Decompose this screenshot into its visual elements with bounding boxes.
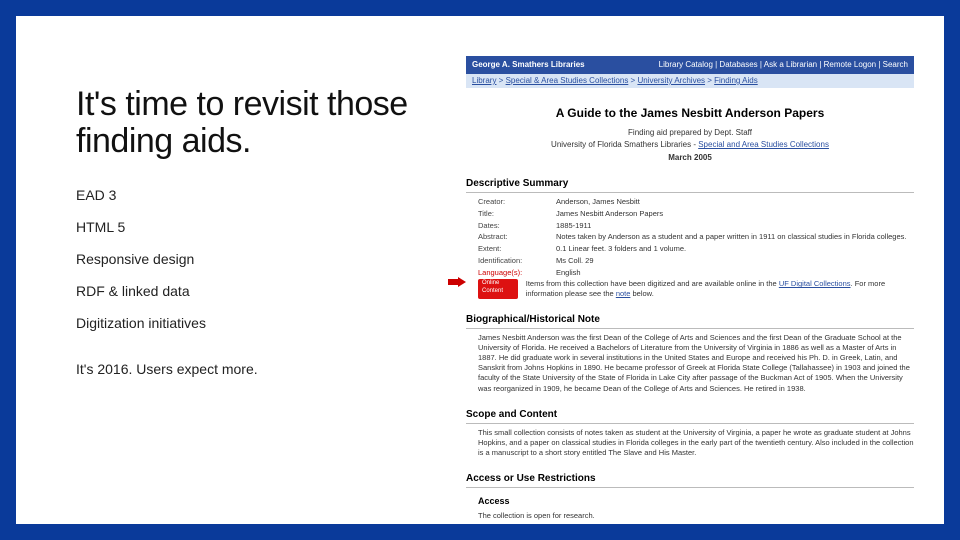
site-brand: George A. Smathers Libraries xyxy=(472,60,585,70)
guide-prepared: Finding aid prepared by Dept. Staff xyxy=(466,128,914,138)
bio-header: Biographical/Historical Note xyxy=(466,313,914,329)
access-text: The collection is open for research. xyxy=(466,511,914,521)
crumb-special[interactable]: Special & Area Studies Collections xyxy=(506,76,629,85)
scope-text: This small collection consists of notes … xyxy=(466,428,914,458)
crumb-archives[interactable]: University Archives xyxy=(637,76,705,85)
ds-title: Title:James Nesbitt Anderson Papers xyxy=(466,209,914,219)
left-column: It's time to revisit those finding aids.… xyxy=(76,56,446,494)
note-link[interactable]: note xyxy=(616,289,631,298)
top-links: Library Catalog | Databases | Ask a Libr… xyxy=(659,60,908,70)
ds-extent: Extent:0.1 Linear feet. 3 folders and 1 … xyxy=(466,244,914,254)
arrow-icon xyxy=(448,277,466,287)
ds-lang: Language(s):English xyxy=(466,268,914,278)
headline: It's time to revisit those finding aids. xyxy=(76,86,446,161)
finding-aid-screenshot: George A. Smathers Libraries Library Cat… xyxy=(466,56,924,494)
scope-header: Scope and Content xyxy=(466,408,914,424)
bio-text: James Nesbitt Anderson was the first Dea… xyxy=(466,333,914,394)
bullet-responsive: Responsive design xyxy=(76,251,446,267)
breadcrumb: Library > Special & Area Studies Collect… xyxy=(466,74,914,88)
guide-title: A Guide to the James Nesbitt Anderson Pa… xyxy=(466,106,914,122)
guide-org: University of Florida Smathers Libraries… xyxy=(466,140,914,150)
ds-ident: Identification:Ms Coll. 29 xyxy=(466,256,914,266)
bullet-ead3: EAD 3 xyxy=(76,187,446,203)
ds-creator: Creator:Anderson, James Nesbitt xyxy=(466,197,914,207)
crumb-finding-aids[interactable]: Finding Aids xyxy=(714,76,758,85)
guide-date: March 2005 xyxy=(466,153,914,163)
org-link[interactable]: Special and Area Studies Collections xyxy=(698,140,829,149)
closing-line: It's 2016. Users expect more. xyxy=(76,361,446,377)
slide-frame: It's time to revisit those finding aids.… xyxy=(0,0,960,540)
ds-dates: Dates:1885-1911 xyxy=(466,221,914,231)
descriptive-summary-header: Descriptive Summary xyxy=(466,177,914,193)
crumb-library[interactable]: Library xyxy=(472,76,496,85)
site-topbar: George A. Smathers Libraries Library Cat… xyxy=(466,56,914,74)
bullet-digitization: Digitization initiatives xyxy=(76,315,446,331)
uf-digital-link[interactable]: UF Digital Collections xyxy=(779,279,851,288)
online-content-badge: Online Content xyxy=(478,279,518,299)
bullet-html5: HTML 5 xyxy=(76,219,446,235)
bullet-rdf: RDF & linked data xyxy=(76,283,446,299)
ds-online-content: Online Content Items from this collectio… xyxy=(466,279,914,299)
access-header: Access or Use Restrictions xyxy=(466,472,914,488)
access-sub: Access xyxy=(466,496,914,508)
ds-abstract: Abstract:Notes taken by Anderson as a st… xyxy=(466,232,914,242)
